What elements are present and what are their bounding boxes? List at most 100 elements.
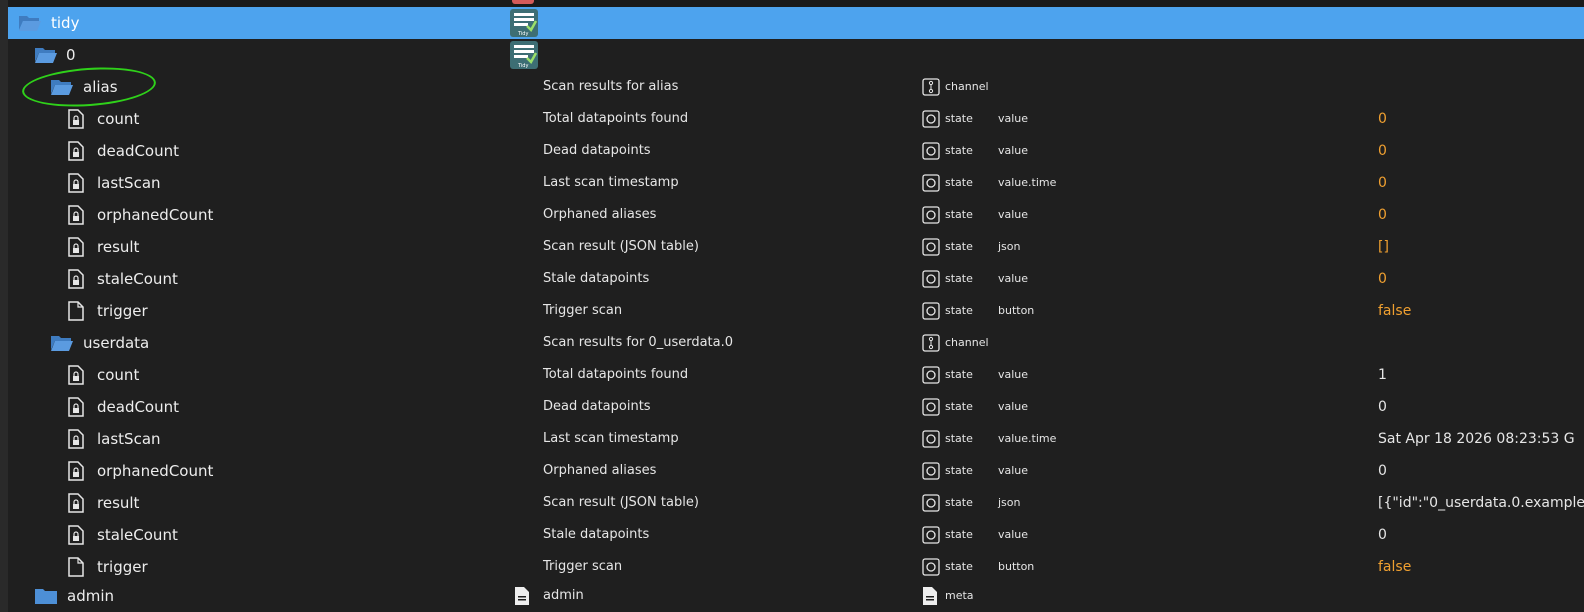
- locked-file-icon: [68, 263, 84, 295]
- folder-open-icon[interactable]: [50, 327, 74, 359]
- adapter-tab-marker: [512, 0, 534, 4]
- row-role: button: [998, 304, 1035, 317]
- row-name: staleCount: [97, 270, 178, 288]
- adapter-icon-label: Tidy: [517, 63, 528, 69]
- row-type: state: [945, 304, 973, 317]
- state-icon: [922, 359, 940, 391]
- object-tree: tidy Tidy 0 Tidy alias Scan results for …: [0, 0, 1584, 612]
- row-role: value: [998, 272, 1029, 285]
- file-icon: [68, 295, 84, 327]
- locked-file-icon: [68, 135, 84, 167]
- row-name: trigger: [97, 302, 148, 320]
- tree-row-state[interactable]: deadCount Dead datapoints state value 0: [8, 391, 1584, 423]
- row-role: value: [998, 528, 1029, 541]
- state-icon: [922, 487, 940, 519]
- tree-row-admin[interactable]: admin admin meta: [8, 580, 1584, 612]
- row-value[interactable]: Sat Apr 18 2026 08:23:53 G: [1378, 423, 1584, 455]
- row-name: tidy: [51, 14, 80, 32]
- row-description: Dead datapoints: [543, 143, 651, 158]
- state-icon: [922, 551, 940, 583]
- row-type: state: [945, 272, 973, 285]
- row-value[interactable]: 0: [1378, 519, 1584, 551]
- state-icon: [922, 263, 940, 295]
- row-value[interactable]: 0: [1378, 199, 1584, 231]
- row-value[interactable]: 0: [1378, 167, 1584, 199]
- row-type: state: [945, 144, 973, 157]
- tree-row-state[interactable]: lastScan Last scan timestamp state value…: [8, 167, 1584, 199]
- row-description: Dead datapoints: [543, 399, 651, 414]
- row-role: value: [998, 400, 1029, 413]
- row-value[interactable]: false: [1378, 295, 1584, 327]
- tree-row-state[interactable]: lastScan Last scan timestamp state value…: [8, 423, 1584, 455]
- row-value[interactable]: []: [1378, 231, 1584, 263]
- tree-row-state[interactable]: count Total datapoints found state value…: [8, 103, 1584, 135]
- row-name: count: [97, 366, 140, 384]
- row-type: state: [945, 368, 973, 381]
- row-description: admin: [543, 588, 584, 603]
- row-description: Trigger scan: [543, 559, 623, 574]
- row-description: Scan result (JSON table): [543, 239, 699, 254]
- row-description: Total datapoints found: [543, 111, 689, 126]
- row-type: state: [945, 560, 973, 573]
- locked-file-icon: [68, 423, 84, 455]
- channel-icon: [922, 71, 940, 103]
- row-value[interactable]: 1: [1378, 359, 1584, 391]
- tree-row-state[interactable]: trigger Trigger scan state button false: [8, 551, 1584, 583]
- tidy-adapter-icon: Tidy: [510, 9, 538, 41]
- row-name: userdata: [83, 334, 150, 352]
- state-icon: [922, 167, 940, 199]
- row-type: state: [945, 208, 973, 221]
- tree-row-state[interactable]: trigger Trigger scan state button false: [8, 295, 1584, 327]
- row-name: 0: [66, 46, 76, 64]
- tree-row-tidy[interactable]: tidy Tidy: [8, 7, 1584, 39]
- state-icon: [922, 295, 940, 327]
- row-value[interactable]: 0: [1378, 135, 1584, 167]
- tree-row-state[interactable]: result Scan result (JSON table) state js…: [8, 487, 1584, 519]
- row-description: Trigger scan: [543, 303, 623, 318]
- row-description: Orphaned aliases: [543, 463, 657, 478]
- locked-file-icon: [68, 455, 84, 487]
- folder-open-icon[interactable]: [34, 39, 58, 71]
- tree-row-alias[interactable]: alias Scan results for alias channel: [8, 71, 1584, 103]
- locked-file-icon: [68, 391, 84, 423]
- row-value[interactable]: false: [1378, 551, 1584, 583]
- row-role: value.time: [998, 432, 1057, 445]
- row-role: value: [998, 464, 1029, 477]
- row-value[interactable]: 0: [1378, 391, 1584, 423]
- row-type: state: [945, 464, 973, 477]
- row-role: button: [998, 560, 1035, 573]
- locked-file-icon: [68, 231, 84, 263]
- row-type: state: [945, 240, 973, 253]
- row-description: Last scan timestamp: [543, 431, 679, 446]
- tree-row-state[interactable]: orphanedCount Orphaned aliases state val…: [8, 455, 1584, 487]
- row-value[interactable]: 0: [1378, 263, 1584, 295]
- state-icon: [922, 103, 940, 135]
- row-role: value: [998, 368, 1029, 381]
- state-icon: [922, 423, 940, 455]
- tree-row-state[interactable]: staleCount Stale datapoints state value …: [8, 519, 1584, 551]
- row-value[interactable]: 0: [1378, 455, 1584, 487]
- row-type: channel: [945, 336, 989, 349]
- tree-row-0[interactable]: 0 Tidy: [8, 39, 1584, 71]
- file-icon: [68, 551, 84, 583]
- row-value[interactable]: 0: [1378, 103, 1584, 135]
- state-icon: [922, 231, 940, 263]
- left-scrollbar-gutter: [0, 0, 8, 612]
- row-type: state: [945, 432, 973, 445]
- state-icon: [922, 199, 940, 231]
- tree-row-state[interactable]: staleCount Stale datapoints state value …: [8, 263, 1584, 295]
- row-value[interactable]: [{"id":"0_userdata.0.example: [1378, 487, 1584, 519]
- row-type: state: [945, 528, 973, 541]
- tree-row-state[interactable]: deadCount Dead datapoints state value 0: [8, 135, 1584, 167]
- row-role: value: [998, 112, 1029, 125]
- tree-row-state[interactable]: orphanedCount Orphaned aliases state val…: [8, 199, 1584, 231]
- row-description: Stale datapoints: [543, 527, 650, 542]
- tree-row-state[interactable]: count Total datapoints found state value…: [8, 359, 1584, 391]
- folder-closed-icon[interactable]: [34, 580, 58, 612]
- tree-row-userdata[interactable]: userdata Scan results for 0_userdata.0 c…: [8, 327, 1584, 359]
- row-type: state: [945, 112, 973, 125]
- document-icon: [514, 580, 530, 612]
- row-name: deadCount: [97, 398, 180, 416]
- folder-open-icon[interactable]: [18, 7, 42, 39]
- tree-row-state[interactable]: result Scan result (JSON table) state js…: [8, 231, 1584, 263]
